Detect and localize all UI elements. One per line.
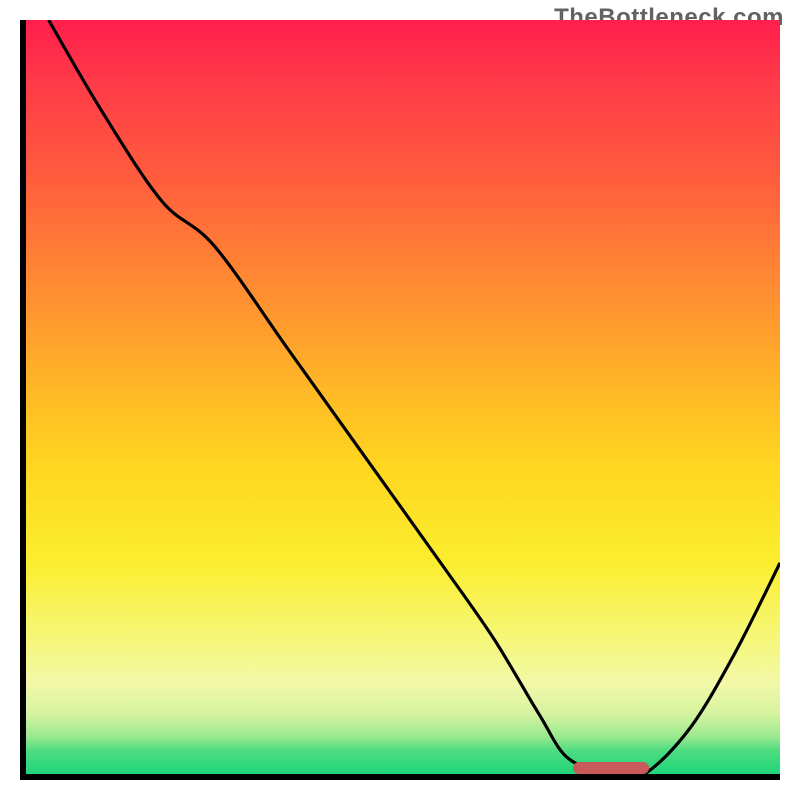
chart-container: TheBottleneck.com <box>0 0 800 800</box>
optimal-marker <box>573 762 649 774</box>
plot-area <box>20 20 780 780</box>
background-gradient <box>26 20 780 774</box>
